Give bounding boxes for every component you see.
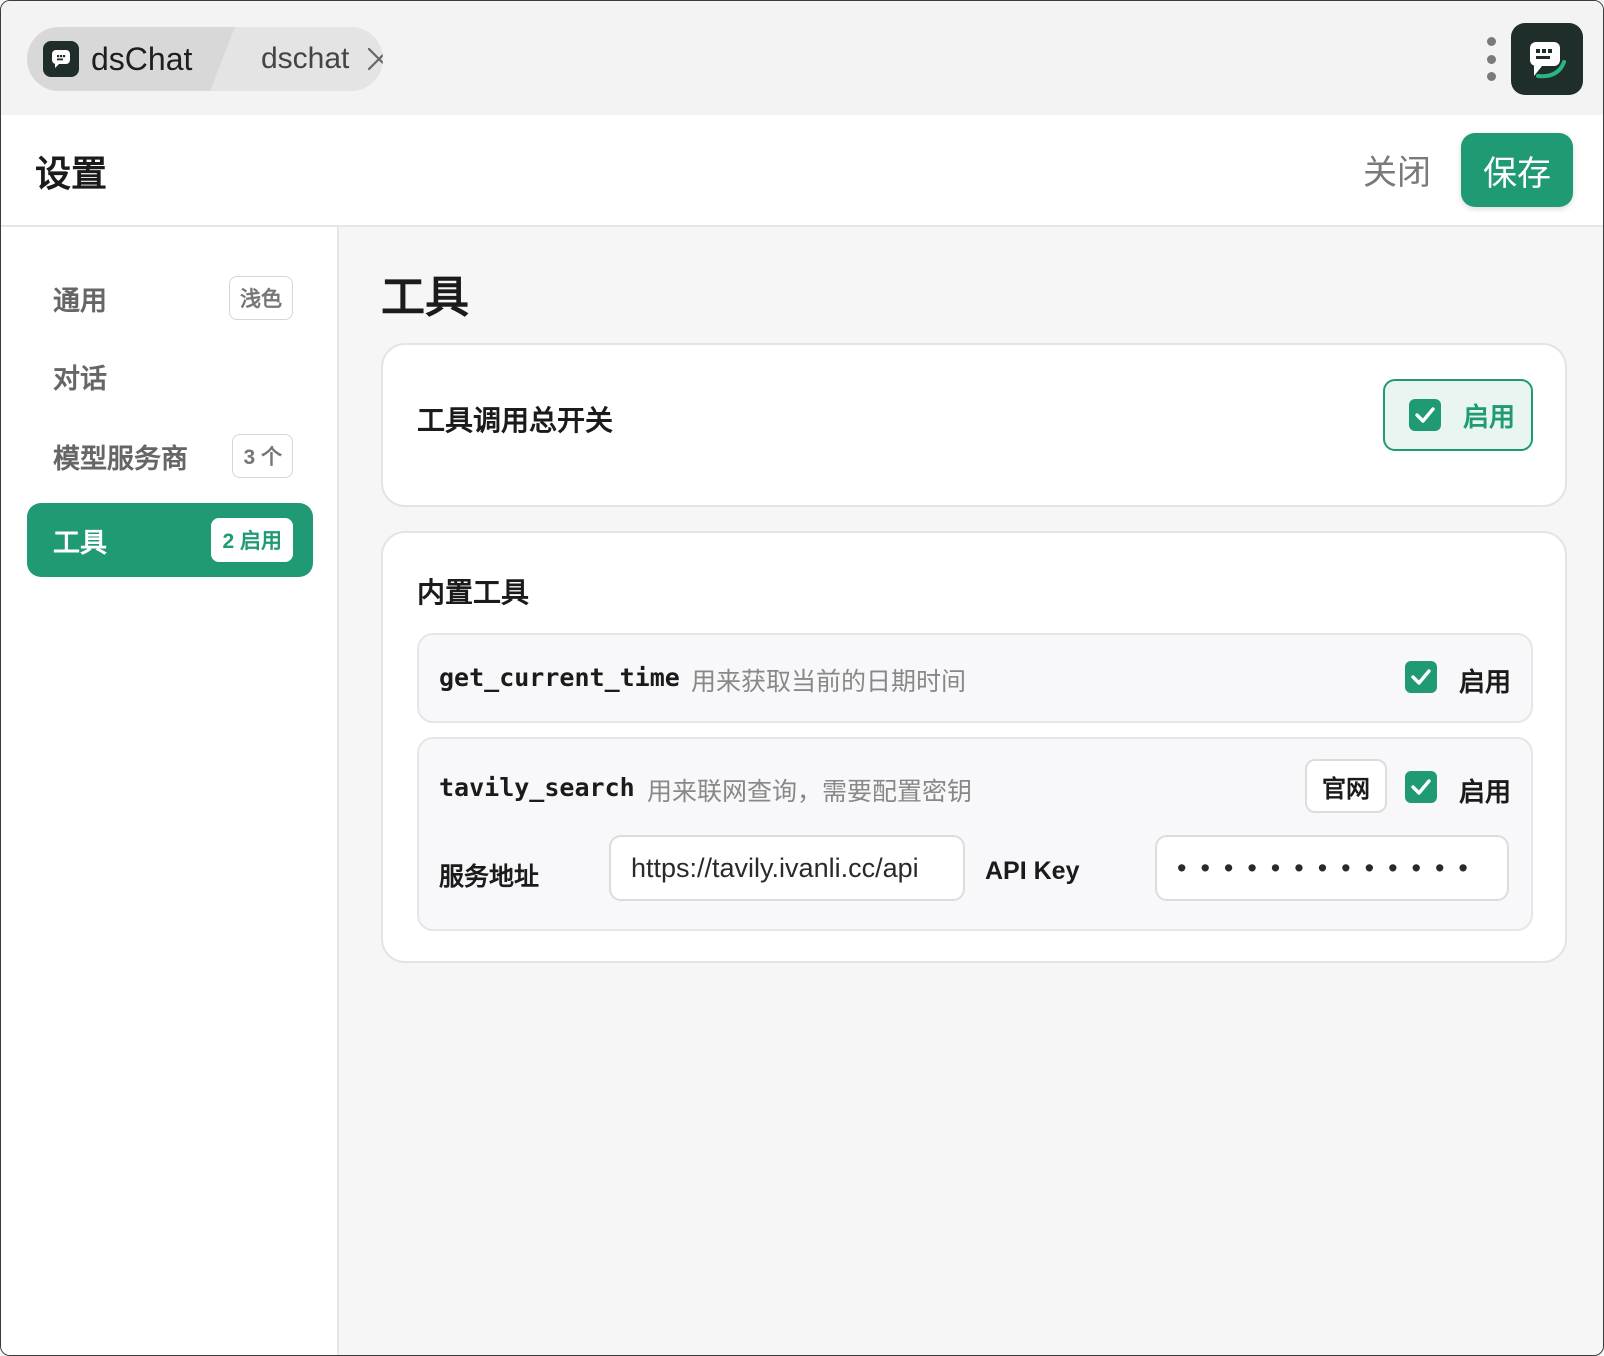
app-logo-icon	[43, 41, 79, 77]
page-title: 设置	[35, 153, 108, 194]
tool-description: 用来获取当前的日期时间	[691, 668, 967, 696]
tool-enable-checkbox[interactable]	[1405, 661, 1437, 693]
sidebar-item-badge: 浅色	[229, 276, 293, 320]
sidebar-item-providers[interactable]: 模型服务商 3 个	[27, 419, 313, 493]
tool-description: 用来联网查询，需要配置密钥	[647, 778, 973, 806]
close-button[interactable]: 关闭	[1363, 145, 1431, 194]
app-logo-icon-large[interactable]	[1511, 23, 1583, 95]
service-url-input[interactable]	[609, 835, 965, 901]
tool-enable-checkbox[interactable]	[1405, 771, 1437, 803]
close-icon[interactable]	[365, 45, 383, 73]
builtin-tools-card: 内置工具 get_current_time 用来获取当前的日期时间 启用 tav…	[381, 531, 1567, 963]
master-switch-card: 工具调用总开关 启用	[381, 343, 1567, 507]
tool-row-get-current-time: get_current_time 用来获取当前的日期时间 启用	[417, 633, 1533, 723]
master-switch-label: 启用	[1463, 401, 1516, 432]
builtin-tools-title: 内置工具	[417, 577, 530, 608]
tool-row-tavily-search: tavily_search 用来联网查询，需要配置密钥 官网 启用 服务地址 A…	[417, 737, 1533, 931]
sidebar-item-general[interactable]: 通用 浅色	[27, 261, 313, 335]
service-url-label: 服务地址	[439, 863, 540, 891]
check-icon[interactable]	[1409, 399, 1441, 431]
tab-dschat[interactable]: dschat	[235, 27, 383, 91]
master-switch-title: 工具调用总开关	[417, 405, 614, 436]
tool-enable-label: 启用	[1459, 777, 1512, 807]
section-title: 工具	[381, 273, 469, 322]
sidebar-item-badge: 3 个	[232, 434, 293, 478]
sidebar-item-tools[interactable]: 工具 2 启用	[27, 503, 313, 577]
sidebar-item-label: 工具	[53, 527, 107, 558]
sidebar-item-label: 模型服务商	[53, 443, 188, 474]
sidebar-item-conversation[interactable]: 对话	[27, 339, 313, 413]
app-window: dsChat dschat 设置 关闭 保存 通用 浅色 对话 模型服务商 3 …	[0, 0, 1604, 1356]
tool-enable-label: 启用	[1459, 667, 1512, 697]
tab-doc-title: dschat	[261, 42, 350, 75]
master-switch-toggle[interactable]: 启用	[1383, 379, 1533, 451]
sidebar-item-label: 通用	[53, 285, 107, 316]
more-vertical-icon[interactable]	[1485, 37, 1497, 81]
sidebar-item-badge: 2 启用	[211, 518, 293, 562]
api-key-input[interactable]	[1155, 835, 1509, 901]
tab-app[interactable]: dsChat	[27, 27, 235, 91]
sidebar-item-label: 对话	[53, 363, 107, 394]
official-site-button[interactable]: 官网	[1305, 759, 1387, 813]
tool-name: get_current_time	[439, 663, 680, 692]
tab-group: dsChat dschat	[27, 27, 383, 91]
tab-app-title: dsChat	[91, 40, 193, 77]
settings-header: 设置 关闭 保存	[1, 115, 1603, 227]
api-key-label: API Key	[985, 857, 1080, 885]
tool-name: tavily_search	[439, 773, 635, 802]
settings-sidebar: 通用 浅色 对话 模型服务商 3 个 工具 2 启用	[1, 227, 339, 1355]
save-button[interactable]: 保存	[1461, 133, 1573, 207]
tab-bar: dsChat dschat	[1, 1, 1603, 115]
